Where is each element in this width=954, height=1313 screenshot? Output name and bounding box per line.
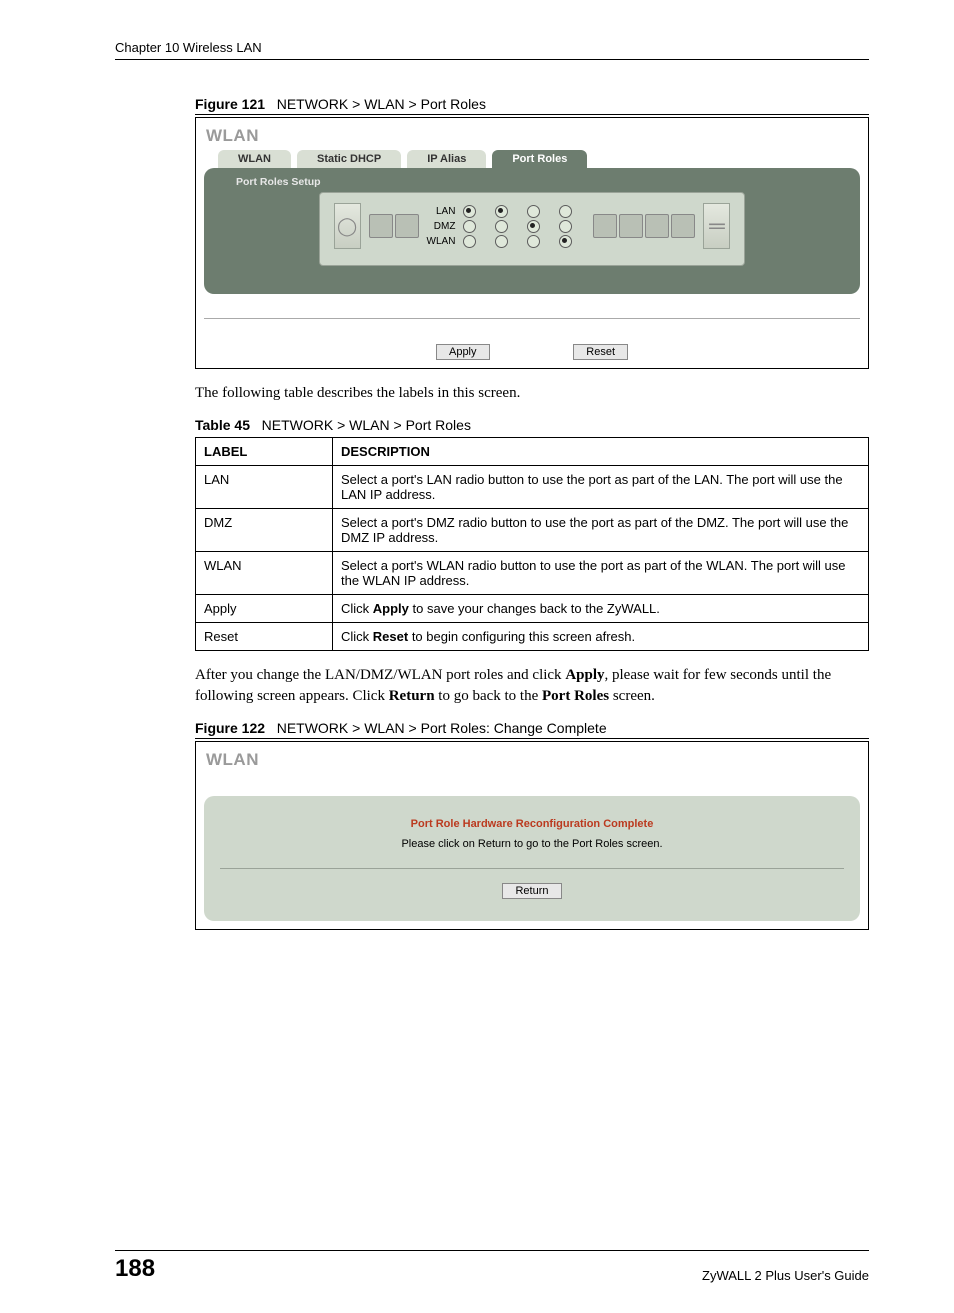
chapter-header: Chapter 10 Wireless LAN xyxy=(115,40,869,60)
panel-heading: Port Roles Setup xyxy=(236,176,852,188)
radio-lan-3[interactable] xyxy=(527,205,540,218)
cell-desc: Click Reset to begin configuring this sc… xyxy=(333,623,869,651)
after-table-text: After you change the LAN/DMZ/WLAN port r… xyxy=(195,665,869,706)
radio-wlan-4[interactable] xyxy=(559,235,572,248)
downlink-ports xyxy=(593,214,695,238)
eth-port-icon xyxy=(645,214,669,238)
port-diagram: ◯ LAN DMZ WLAN xyxy=(319,192,746,266)
cell-desc: Click Apply to save your changes back to… xyxy=(333,595,869,623)
cell-label: Reset xyxy=(196,623,333,651)
cell-label: DMZ xyxy=(196,509,333,552)
intro-text: The following table describes the labels… xyxy=(195,383,869,403)
col-header-label: LABEL xyxy=(196,438,333,466)
change-complete-screenshot: WLAN Port Role Hardware Reconfiguration … xyxy=(195,741,869,930)
radio-dmz-4[interactable] xyxy=(559,220,572,233)
radio-lan-1[interactable] xyxy=(463,205,476,218)
return-button[interactable]: Return xyxy=(502,883,561,899)
col-header-description: DESCRIPTION xyxy=(333,438,869,466)
eth-port-icon xyxy=(369,214,393,238)
table-row: DMZ Select a port's DMZ radio button to … xyxy=(196,509,869,552)
page-footer: 188 ZyWALL 2 Plus User's Guide xyxy=(115,1250,869,1283)
radio-dmz-1[interactable] xyxy=(463,220,476,233)
cell-desc: Select a port's DMZ radio button to use … xyxy=(333,509,869,552)
description-table: LABEL DESCRIPTION LAN Select a port's LA… xyxy=(195,437,869,651)
table-caption-text: NETWORK > WLAN > Port Roles xyxy=(262,417,471,433)
reset-button[interactable]: Reset xyxy=(573,344,628,360)
row-label-lan: LAN xyxy=(427,206,458,217)
cell-label: LAN xyxy=(196,466,333,509)
table-row: Reset Click Reset to begin configuring t… xyxy=(196,623,869,651)
tab-bar: WLAN Static DHCP IP Alias Port Roles xyxy=(218,150,860,168)
radio-wlan-3[interactable] xyxy=(527,235,540,248)
table-row: LAN Select a port's LAN radio button to … xyxy=(196,466,869,509)
radio-lan-2[interactable] xyxy=(495,205,508,218)
complete-panel: Port Role Hardware Reconfiguration Compl… xyxy=(204,796,860,921)
radio-dmz-3[interactable] xyxy=(527,220,540,233)
table-row: WLAN Select a port's WLAN radio button t… xyxy=(196,552,869,595)
radio-lan-4[interactable] xyxy=(559,205,572,218)
cell-label: Apply xyxy=(196,595,333,623)
cell-desc: Select a port's WLAN radio button to use… xyxy=(333,552,869,595)
port-roles-panel: Port Roles Setup ◯ LAN DMZ xyxy=(204,168,860,294)
eth-port-icon xyxy=(619,214,643,238)
router-icon: ◯ xyxy=(334,203,361,249)
figure-number: Figure 122 xyxy=(195,720,265,736)
uplink-ports xyxy=(369,214,419,238)
tab-port-roles[interactable]: Port Roles xyxy=(492,150,587,168)
row-label-dmz: DMZ xyxy=(427,221,458,232)
radio-dmz-2[interactable] xyxy=(495,220,508,233)
eth-port-icon xyxy=(395,214,419,238)
tab-ip-alias[interactable]: IP Alias xyxy=(407,150,486,168)
figure-caption-text: NETWORK > WLAN > Port Roles: Change Comp… xyxy=(277,720,607,736)
screen-title: WLAN xyxy=(206,126,860,146)
cell-label: WLAN xyxy=(196,552,333,595)
complete-message: Please click on Return to go to the Port… xyxy=(214,838,850,850)
eth-port-icon xyxy=(593,214,617,238)
switch-icon: ═ xyxy=(703,203,730,249)
eth-port-icon xyxy=(671,214,695,238)
tab-wlan[interactable]: WLAN xyxy=(218,150,291,168)
port-roles-screenshot: WLAN WLAN Static DHCP IP Alias Port Role… xyxy=(195,117,869,369)
table-row: Apply Click Apply to save your changes b… xyxy=(196,595,869,623)
port-role-grid: LAN DMZ WLAN xyxy=(427,205,586,248)
radio-wlan-1[interactable] xyxy=(463,235,476,248)
screen-title: WLAN xyxy=(206,750,860,770)
row-label-wlan: WLAN xyxy=(427,236,458,247)
button-row: Apply Reset xyxy=(204,343,860,360)
cell-desc: Select a port's LAN radio button to use … xyxy=(333,466,869,509)
tab-static-dhcp[interactable]: Static DHCP xyxy=(297,150,401,168)
guide-title: ZyWALL 2 Plus User's Guide xyxy=(702,1268,869,1283)
apply-button[interactable]: Apply xyxy=(436,344,490,360)
complete-heading: Port Role Hardware Reconfiguration Compl… xyxy=(214,818,850,830)
figure-caption: Figure 121 NETWORK > WLAN > Port Roles xyxy=(195,96,869,115)
radio-wlan-2[interactable] xyxy=(495,235,508,248)
figure-caption: Figure 122 NETWORK > WLAN > Port Roles: … xyxy=(195,720,869,739)
page-number: 188 xyxy=(115,1255,155,1283)
table-number: Table 45 xyxy=(195,417,250,433)
figure-caption-text: NETWORK > WLAN > Port Roles xyxy=(277,96,486,112)
table-caption: Table 45 NETWORK > WLAN > Port Roles xyxy=(195,417,869,435)
figure-number: Figure 121 xyxy=(195,96,265,112)
